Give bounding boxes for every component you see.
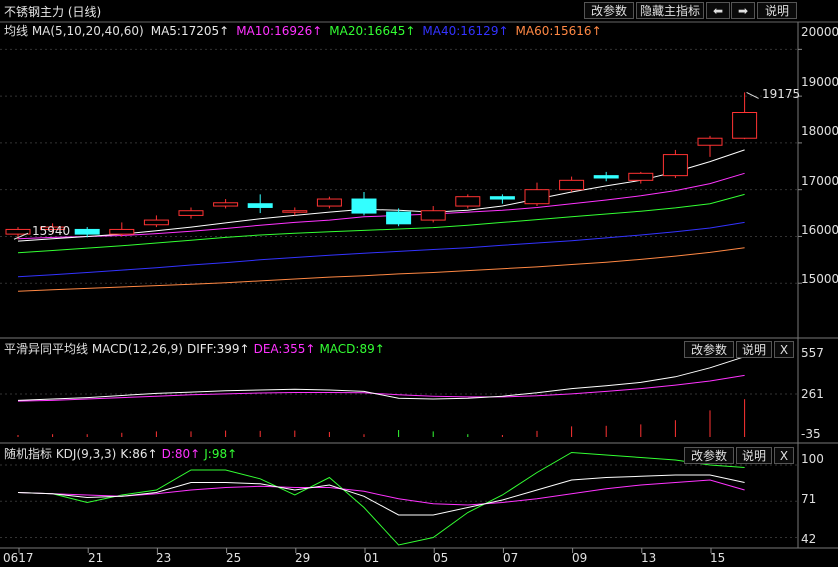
- kdj-j-line: [17, 451, 745, 546]
- kdj-change-params-button[interactable]: 改参数: [684, 447, 734, 464]
- ma-legend-head: 均线 MA(5,10,20,40,60): [4, 24, 144, 38]
- high-pointer: [746, 91, 759, 99]
- kdj-y-tick: 42: [801, 532, 817, 546]
- candle-body: [559, 179, 585, 191]
- ma10-value: MA10:16926↑: [236, 24, 323, 38]
- ma40-value: MA40:16129↑: [422, 24, 509, 38]
- ma-legend: 均线 MA(5,10,20,40,60) MA5:17205↑ MA10:16926…: [4, 22, 609, 39]
- low-price-label: 15940: [32, 224, 71, 238]
- y-tick: 20000: [801, 25, 838, 39]
- kdj-close-icon[interactable]: X: [774, 447, 794, 464]
- candle-body: [732, 112, 758, 139]
- x-tick: 25: [226, 551, 242, 565]
- macd-y-tick: -35: [801, 427, 821, 441]
- kdj-help-button[interactable]: 说明: [736, 447, 772, 464]
- macd-dea-value: DEA:355↑: [253, 342, 316, 356]
- x-tick: 05: [433, 551, 449, 565]
- x-tick: 01: [364, 551, 380, 565]
- kdj-legend-head: 随机指标 KDJ(9,3,3): [4, 447, 117, 461]
- candle-body: [662, 154, 688, 177]
- candle-body: [74, 228, 100, 235]
- candle-body: [178, 210, 204, 216]
- candle-body: [143, 219, 169, 226]
- macd-y-tick: 557: [801, 346, 824, 360]
- kdj-legend: 随机指标 KDJ(9,3,3) K:86↑ D:80↑ J:98↑: [4, 445, 244, 462]
- x-tick: 29: [295, 551, 311, 565]
- kdj-d-value: D:80↑: [161, 447, 201, 461]
- kdj-y-tick: 71: [801, 492, 817, 506]
- macd-dea-line: [17, 374, 745, 402]
- x-tick: 0617: [3, 551, 34, 565]
- candle-body: [524, 189, 550, 205]
- candle-body: [455, 196, 481, 207]
- macd-change-params-button[interactable]: 改参数: [684, 341, 734, 358]
- macd-y-tick: 261: [801, 387, 824, 401]
- kdj-y-tick: 100: [801, 452, 824, 466]
- macd-bar-value: MACD:89↑: [319, 342, 385, 356]
- x-tick: 09: [572, 551, 588, 565]
- x-tick: 15: [710, 551, 726, 565]
- candle-body: [282, 210, 308, 213]
- macd-close-icon[interactable]: X: [774, 341, 794, 358]
- chart-canvas[interactable]: [0, 0, 838, 567]
- macd-legend-head: 平滑异同平均线 MACD(12,26,9): [4, 342, 183, 356]
- y-tick: 16000: [801, 223, 838, 237]
- y-tick: 15000: [801, 272, 838, 286]
- ma60-value: MA60:15616↑: [515, 24, 602, 38]
- ma20-line: [17, 193, 745, 254]
- y-tick: 17000: [801, 174, 838, 188]
- macd-help-button[interactable]: 说明: [736, 341, 772, 358]
- ma5-line: [17, 149, 745, 242]
- ma5-value: MA5:17205↑: [150, 24, 230, 38]
- high-price-label: 19175: [762, 87, 801, 101]
- candle-body: [213, 202, 239, 207]
- y-tick: 19000: [801, 75, 838, 89]
- candle-body: [351, 198, 377, 214]
- candle-body: [109, 228, 135, 235]
- candle-body: [628, 172, 654, 181]
- x-tick: 21: [88, 551, 104, 565]
- x-tick: 07: [503, 551, 519, 565]
- kdj-j-value: J:98↑: [204, 447, 238, 461]
- candle-body: [697, 137, 723, 146]
- macd-legend: 平滑异同平均线 MACD(12,26,9) DIFF:399↑ DEA:355↑ MA…: [4, 340, 392, 357]
- candle-body: [316, 198, 342, 207]
- candle-body: [489, 196, 515, 200]
- x-tick: 23: [156, 551, 172, 565]
- ma20-value: MA20:16645↑: [329, 24, 416, 38]
- candle-body: [593, 175, 619, 179]
- candle-body: [420, 210, 446, 221]
- kdj-k-value: K:86↑: [120, 447, 158, 461]
- macd-diff-value: DIFF:399↑: [186, 342, 250, 356]
- candle-body: [386, 211, 412, 225]
- candle-body: [247, 203, 273, 208]
- y-tick: 18000: [801, 124, 838, 138]
- x-tick: 13: [641, 551, 657, 565]
